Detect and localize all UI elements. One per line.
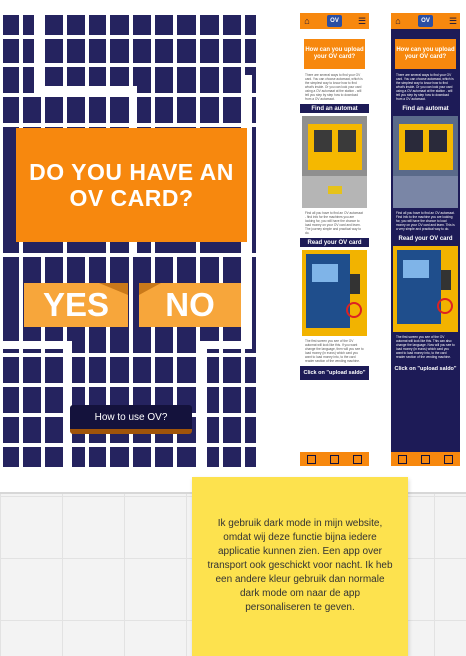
automat-photo — [393, 116, 458, 208]
ov-logo: OV — [418, 15, 433, 27]
bottom-nav — [300, 452, 369, 466]
yes-fold-decoration — [99, 283, 128, 295]
section-upload-saldo: Click on "upload saldo" — [391, 362, 460, 376]
section-upload-saldo: Click on "upload saldo" — [300, 366, 369, 380]
section-read-card: Read your OV card — [300, 238, 369, 247]
how-to-use-button[interactable]: How to use OV? — [70, 405, 192, 434]
menu-icon[interactable]: ☰ — [357, 16, 367, 26]
phone-header: ⌂ OV ☰ — [300, 13, 369, 29]
phone-header: ⌂ OV ☰ — [391, 13, 460, 29]
section-find-automat: Find an automat — [391, 104, 460, 113]
nav-icon[interactable] — [398, 454, 407, 464]
nav-icon[interactable] — [444, 454, 453, 464]
find-automat-text: Find all you have to find an OV automaat… — [396, 211, 455, 231]
find-automat-text: Find all you have to find an OV automaat… — [305, 211, 363, 235]
section-find-automat: Find an automat — [300, 104, 369, 113]
nav-icon[interactable] — [330, 454, 339, 464]
menu-icon[interactable]: ☰ — [448, 16, 458, 26]
ov-question-card: DO YOU HAVE AN OV CARD? YES NO How to us… — [3, 15, 256, 467]
card-reader-photo — [393, 246, 458, 332]
section-read-card: Read your OV card — [391, 234, 460, 243]
home-icon[interactable]: ⌂ — [393, 16, 403, 26]
bottom-nav — [391, 452, 460, 466]
ov-card-question: DO YOU HAVE AN OV CARD? — [16, 128, 247, 242]
phone-dark-mode: ⌂ OV ☰ How can you upload your OV card? … — [391, 13, 460, 466]
phone-light-mode: ⌂ OV ☰ How can you upload your OV card? … — [300, 13, 369, 466]
sticky-note-text: Ik gebruik dark mode in mijn website, om… — [207, 518, 393, 613]
ov-logo: OV — [327, 15, 342, 27]
upload-title: How can you upload your OV card? — [395, 39, 456, 69]
no-fold-decoration — [139, 283, 161, 295]
automat-photo — [302, 116, 367, 208]
nav-icon[interactable] — [307, 454, 316, 464]
intro-text: There are several ways to find your OV c… — [305, 73, 363, 101]
sticky-note[interactable]: Ik gebruik dark mode in mijn website, om… — [192, 477, 408, 656]
intro-text: There are several ways to find your OV c… — [396, 73, 454, 101]
upload-title: How can you upload your OV card? — [304, 39, 365, 69]
read-card-text: The first screen you see of the OV autom… — [396, 335, 455, 359]
nav-icon[interactable] — [353, 454, 362, 464]
nav-icon[interactable] — [421, 454, 430, 464]
home-icon[interactable]: ⌂ — [302, 16, 312, 26]
read-card-text: The first screen you see of the OV autom… — [305, 339, 364, 363]
card-reader-photo — [302, 250, 367, 336]
